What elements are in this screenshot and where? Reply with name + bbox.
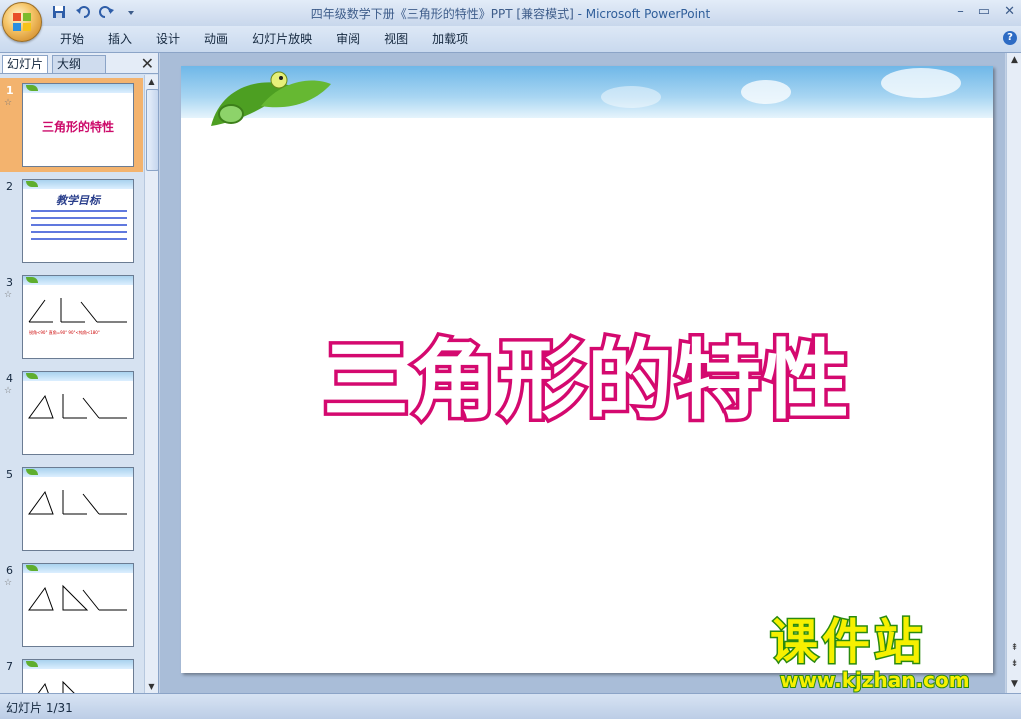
slide-title[interactable]: 三角形的特性	[181, 335, 993, 428]
ribbon-tabs: 开始 插入 设计 动画 幻灯片放映 审阅 视图 加载项	[48, 31, 480, 47]
slide-number: 5	[6, 468, 13, 481]
slide-number: 1	[6, 84, 14, 97]
cloud	[881, 68, 961, 98]
slide-thumbnail[interactable]	[22, 659, 134, 693]
office-button[interactable]	[2, 2, 42, 42]
thumbnail-heading: 教学目标	[56, 194, 100, 207]
thumbnail-title: 三角形的特性	[41, 120, 114, 134]
thumbnail-sky-band	[23, 84, 133, 93]
office-logo-icon	[13, 13, 31, 31]
thumbnail-row[interactable]: 4 ☆	[0, 366, 143, 460]
title-bar: 四年级数学下册《三角形的特性》PPT [兼容模式] - Microsoft Po…	[0, 0, 1021, 26]
transition-icon: ☆	[4, 98, 13, 108]
tab-home[interactable]: 开始	[48, 31, 96, 47]
scroll-up-icon[interactable]: ▲	[145, 75, 158, 88]
transition-icon: ☆	[4, 290, 13, 300]
angles-diagram	[28, 298, 127, 323]
triangle-diagram	[28, 490, 127, 515]
panel-close-icon[interactable]: ✕	[141, 54, 154, 73]
window-controls: – ▭ ✕	[957, 4, 1015, 19]
slide-thumbnail[interactable]	[22, 371, 134, 455]
slide-thumbnail[interactable]: 锐角<90° 直角=90° 90°<钝角<180°	[22, 275, 134, 359]
thumbnail-row[interactable]: 3 ☆ 锐角<90° 直角=90° 90°<钝角<180°	[0, 270, 143, 364]
triangle-diagram	[37, 680, 75, 693]
cloud	[741, 80, 791, 104]
thumbnail-sky-band	[23, 180, 133, 189]
tab-slides[interactable]: 幻灯片	[2, 55, 49, 73]
cloud	[601, 86, 661, 108]
transition-icon: ☆	[4, 578, 13, 588]
triangle-diagram	[28, 584, 127, 611]
editor-scrollbar[interactable]: ▲ ⇞ ⇟ ▼	[1006, 53, 1021, 693]
panel-tabs: 幻灯片 大纲 ✕	[0, 53, 158, 74]
close-button[interactable]: ✕	[1004, 4, 1015, 19]
slide-thumbnail[interactable]: 三角形的特性	[22, 83, 134, 167]
angle-caption: 锐角<90° 直角=90° 90°<钝角<180°	[29, 330, 100, 335]
thumbnail-row[interactable]: 1 ☆ 三角形的特性	[0, 78, 143, 172]
tab-view[interactable]: 视图	[372, 31, 420, 47]
slide-number: 4	[6, 372, 13, 385]
minimize-button[interactable]: –	[957, 4, 964, 19]
triangle-diagram	[28, 394, 127, 419]
tab-animations[interactable]: 动画	[192, 31, 240, 47]
thumbnail-row[interactable]: 5	[0, 462, 143, 556]
transition-icon: ☆	[4, 386, 13, 396]
slides-panel: 幻灯片 大纲 ✕ 1 ☆ 三角形的特性 2 教学目标 3 ☆ 锐角<90° 直角…	[0, 53, 159, 693]
thumbnail-scrollbar[interactable]: ▲ ▼	[144, 75, 159, 693]
document-title: 四年级数学下册《三角形的特性》PPT [兼容模式]	[310, 7, 574, 21]
tab-outline[interactable]: 大纲	[52, 55, 106, 73]
tab-addins[interactable]: 加载项	[420, 31, 480, 47]
watermark-url: www.kjzhan.com	[779, 667, 971, 693]
restore-button[interactable]: ▭	[978, 4, 990, 19]
ribbon: 开始 插入 设计 动画 幻灯片放映 审阅 视图 加载项 ?	[0, 26, 1021, 53]
status-bar: 幻灯片 1/31	[0, 693, 1021, 719]
slide-thumbnail[interactable]	[22, 467, 134, 551]
slide-editor: 三角形的特性	[160, 53, 1005, 693]
tab-review[interactable]: 审阅	[324, 31, 372, 47]
leaf-decoration-icon	[211, 71, 331, 126]
window-title: 四年级数学下册《三角形的特性》PPT [兼容模式] - Microsoft Po…	[0, 5, 1021, 22]
watermark: 课件站 www.kjzhan.com	[768, 614, 1010, 694]
slide-number: 3	[6, 276, 13, 289]
current-slide[interactable]: 三角形的特性	[181, 66, 993, 673]
thumbnail-row[interactable]: 2 教学目标	[0, 174, 143, 268]
slide-number: 2	[6, 180, 13, 193]
tab-slideshow[interactable]: 幻灯片放映	[240, 31, 324, 47]
scroll-down-icon[interactable]: ▼	[145, 680, 158, 693]
thumbnail-row[interactable]: 6 ☆	[0, 558, 143, 652]
scroll-up-icon[interactable]: ▲	[1007, 55, 1021, 65]
tab-design[interactable]: 设计	[144, 31, 192, 47]
slide-counter: 幻灯片 1/31	[6, 701, 73, 715]
watermark-brand: 课件站	[768, 614, 927, 670]
slide-number: 7	[6, 660, 13, 673]
scroll-thumb[interactable]	[146, 89, 159, 171]
help-icon[interactable]: ?	[1003, 31, 1017, 45]
app-name: - Microsoft PowerPoint	[573, 7, 711, 21]
slide-number: 6	[6, 564, 13, 577]
thumbnail-text-block	[31, 210, 127, 244]
slide-thumbnail[interactable]	[22, 563, 134, 647]
tab-insert[interactable]: 插入	[96, 31, 144, 47]
thumbnail-list: 1 ☆ 三角形的特性 2 教学目标 3 ☆ 锐角<90° 直角=90° 90°<…	[0, 75, 143, 693]
slide-thumbnail[interactable]: 教学目标	[22, 179, 134, 263]
thumbnail-row[interactable]: 7	[0, 654, 143, 693]
